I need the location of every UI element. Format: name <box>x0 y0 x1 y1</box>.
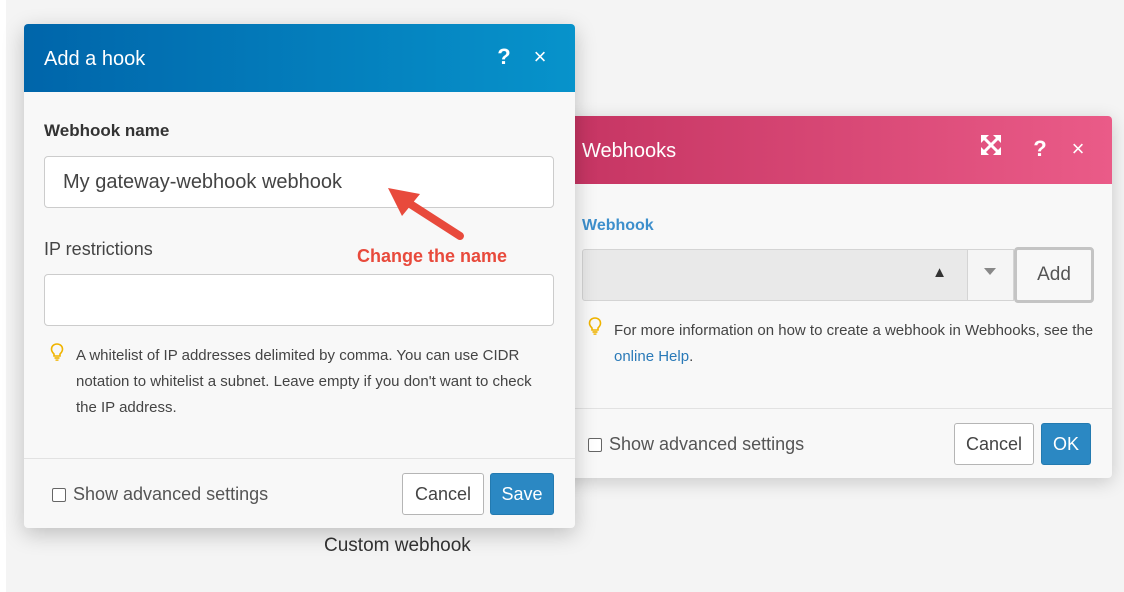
ip-restrictions-help-text: A whitelist of IP addresses delimited by… <box>76 347 532 416</box>
webhooks-dialog-title: Webhooks <box>582 140 677 162</box>
webhook-help-text: For more information on how to create a … <box>614 322 1094 365</box>
expand-icon[interactable] <box>978 134 1004 165</box>
ok-button[interactable]: OK <box>1041 423 1091 465</box>
annotation-text: Change the name <box>357 246 508 266</box>
cancel-button[interactable]: Cancel <box>954 423 1034 465</box>
checkbox-icon[interactable] <box>588 437 602 452</box>
help-icon[interactable]: ? <box>1030 134 1050 164</box>
sort-updown-icon: ▲︎ <box>932 264 947 281</box>
ip-restrictions-label: IP restrictions <box>44 239 153 259</box>
webhook-field-label: Webhook <box>582 217 654 234</box>
show-advanced-settings-checkbox[interactable]: Show advanced settings <box>588 434 804 455</box>
webhook-name-label: Webhook name <box>44 121 170 140</box>
online-help-link[interactable]: online Help <box>614 348 689 365</box>
advanced-settings-label: Show advanced settings <box>609 434 805 454</box>
lightbulb-icon <box>50 343 64 366</box>
close-icon[interactable]: × <box>1068 134 1088 164</box>
cancel-button[interactable]: Cancel <box>402 473 484 515</box>
webhooks-dialog: Webhooks ? × Webhook ▲︎ Add For more inf… <box>560 116 1112 478</box>
webhooks-dialog-header: Webhooks ? × <box>560 116 1112 184</box>
webhook-name-input[interactable] <box>44 156 554 208</box>
footer-divider <box>560 408 1112 409</box>
webhook-select[interactable]: ▲︎ <box>582 249 968 301</box>
chevron-down-icon <box>984 268 996 275</box>
checkbox-icon[interactable] <box>52 487 66 502</box>
advanced-settings-label: Show advanced settings <box>73 484 269 504</box>
close-icon[interactable]: × <box>530 42 550 72</box>
annotation-arrow-icon <box>380 180 470 255</box>
add-webhook-button[interactable]: Add <box>1014 247 1094 303</box>
help-icon[interactable]: ? <box>494 42 514 72</box>
add-hook-dialog: Add a hook ? × Webhook name IP restricti… <box>24 24 575 528</box>
ip-restrictions-input[interactable] <box>44 274 554 326</box>
footer-divider <box>24 458 575 459</box>
add-hook-dialog-title: Add a hook <box>44 48 146 70</box>
module-label: Custom webhook <box>324 535 471 556</box>
add-hook-dialog-header: Add a hook ? × <box>24 24 575 92</box>
webhook-dropdown-toggle[interactable] <box>968 249 1014 301</box>
show-advanced-settings-checkbox[interactable]: Show advanced settings <box>52 484 268 505</box>
lightbulb-icon <box>588 317 602 340</box>
save-button[interactable]: Save <box>490 473 554 515</box>
